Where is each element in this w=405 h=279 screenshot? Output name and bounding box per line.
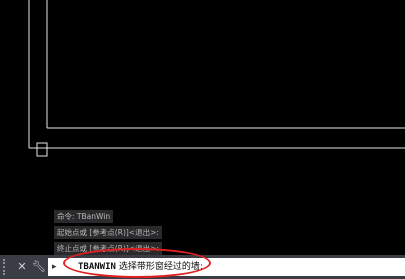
chevron-right-icon: ▸ (52, 262, 57, 272)
command-input[interactable]: ▸ TBANWIN 选择带形窗经过的墙: (48, 258, 405, 276)
command-history: 命令: TBanWin 起始点或 [参考点(R)]<退出>: 终止点或 [参考点… (54, 210, 394, 258)
grip-handle[interactable] (3, 259, 10, 275)
history-line: 命令: TBanWin (54, 210, 114, 223)
prompt-text: 选择带形窗经过的墙: (118, 262, 203, 272)
command-prompt: TBANWIN 选择带形窗经过的墙: (78, 258, 203, 276)
history-line: 终止点或 [参考点(R)]<退出>: (54, 242, 162, 255)
history-line: 起始点或 [参考点(R)]<退出>: (54, 226, 162, 239)
command-name: TBANWIN (78, 262, 116, 272)
corner-marker (36, 142, 48, 157)
wrench-icon[interactable]: 🔧︎ (31, 259, 47, 275)
command-line-bar: ✕ 🔧︎ ▸ TBANWIN 选择带形窗经过的墙: (0, 255, 405, 279)
close-icon[interactable]: ✕ (14, 259, 30, 275)
